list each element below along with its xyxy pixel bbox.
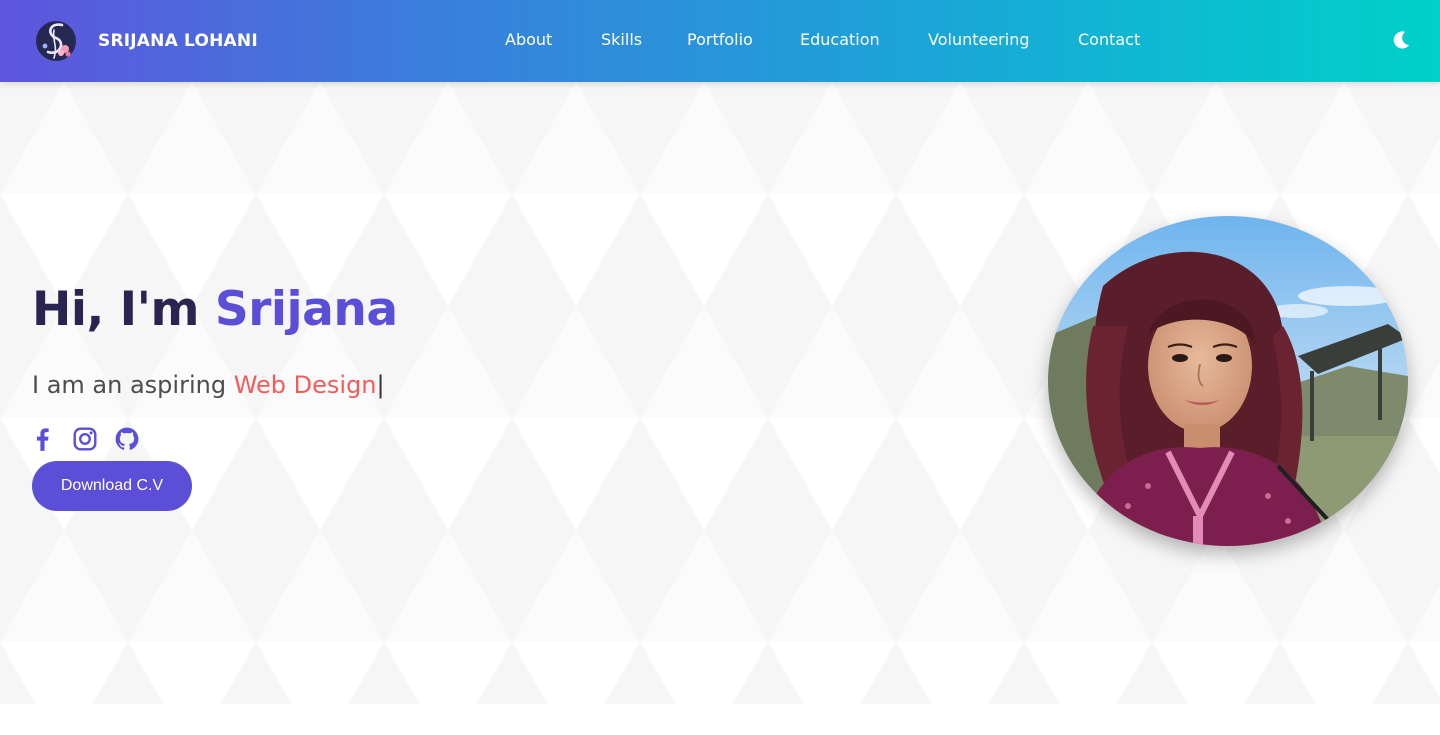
nav-link-contact[interactable]: Contact (1078, 30, 1140, 49)
hero-section: Hi, I'm Srijana I am an aspiring Web Des… (0, 82, 1440, 704)
nav-link-volunteering[interactable]: Volunteering (928, 30, 1030, 49)
instagram-icon[interactable] (72, 426, 98, 452)
nav-link-about[interactable]: About (505, 30, 552, 49)
nav-link-portfolio[interactable]: Portfolio (687, 30, 753, 49)
moon-icon[interactable] (1390, 29, 1412, 51)
subtitle-prefix: I am an aspiring (32, 371, 234, 399)
page-below-fold (0, 704, 1440, 735)
navbar: SRIJANA LOHANI About Skills Portfolio Ed… (0, 0, 1440, 82)
greeting-text: Hi, I'm (32, 282, 215, 337)
typed-text: Web Design (233, 371, 377, 399)
profile-photo (1048, 216, 1408, 546)
hero-title: Hi, I'm Srijana (32, 282, 398, 337)
profile-photo-art (1048, 216, 1408, 546)
social-links (30, 426, 156, 452)
nav-link-skills[interactable]: Skills (601, 30, 642, 49)
nav-link-education[interactable]: Education (800, 30, 880, 49)
github-icon[interactable] (114, 426, 140, 452)
typing-caret: | (376, 371, 385, 399)
download-cv-button[interactable]: Download C.V (32, 461, 192, 511)
hero-subtitle: I am an aspiring Web Design| (32, 371, 385, 399)
hero-name: Srijana (214, 282, 398, 337)
nav-links: About Skills Portfolio Education Volunte… (0, 0, 1440, 82)
facebook-icon[interactable] (30, 426, 56, 452)
